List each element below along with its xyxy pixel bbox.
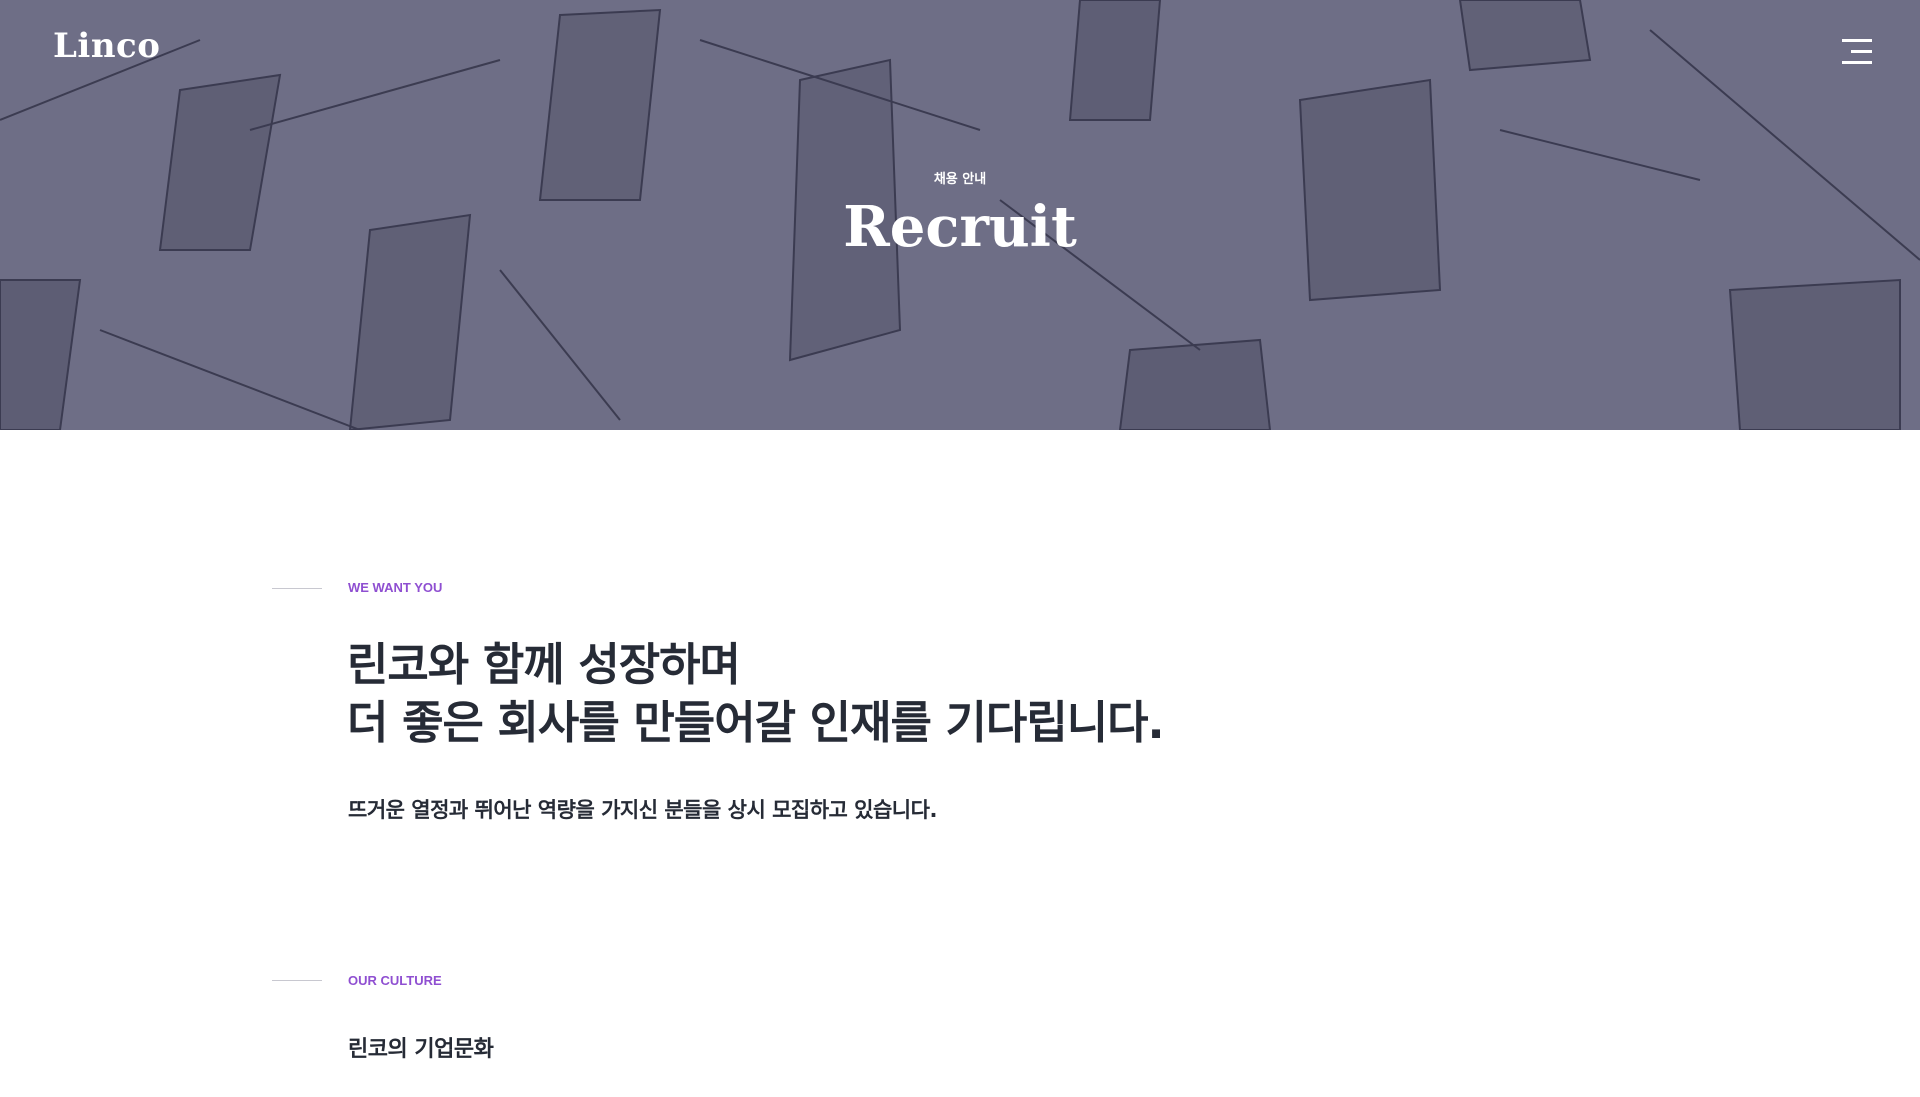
- hamburger-icon-line: [1851, 50, 1872, 53]
- logo[interactable]: Linco: [53, 26, 160, 66]
- hero-title: Recruit: [843, 194, 1077, 260]
- hamburger-menu-button[interactable]: [1838, 34, 1876, 68]
- hamburger-icon: [1842, 39, 1872, 42]
- culture-title: 린코의 기업문화: [348, 1037, 494, 1062]
- hero-banner: Linco 채용 안내 Recruit: [0, 0, 1920, 430]
- divider-line: [272, 980, 322, 981]
- hamburger-icon-line: [1842, 61, 1872, 64]
- headline-line-1: 린코와 함께 성장하며: [347, 638, 741, 691]
- recruit-headline: 린코와 함께 성장하며 더 좋은 회사를 만들어갈 인재를 기다립니다.: [347, 636, 1165, 752]
- we-want-you-eyebrow: WE WANT YOU: [348, 580, 443, 595]
- divider-line: [272, 588, 322, 589]
- recruit-lead-text: 뜨거운 열정과 뛰어난 역량을 가지신 분들을 상시 모집하고 있습니다.: [348, 798, 937, 822]
- our-culture-eyebrow: OUR CULTURE: [348, 973, 442, 988]
- hero-subtitle: 채용 안내: [933, 172, 987, 187]
- headline-line-2: 더 좋은 회사를 만들어갈 인재를 기다립니다.: [347, 696, 1165, 749]
